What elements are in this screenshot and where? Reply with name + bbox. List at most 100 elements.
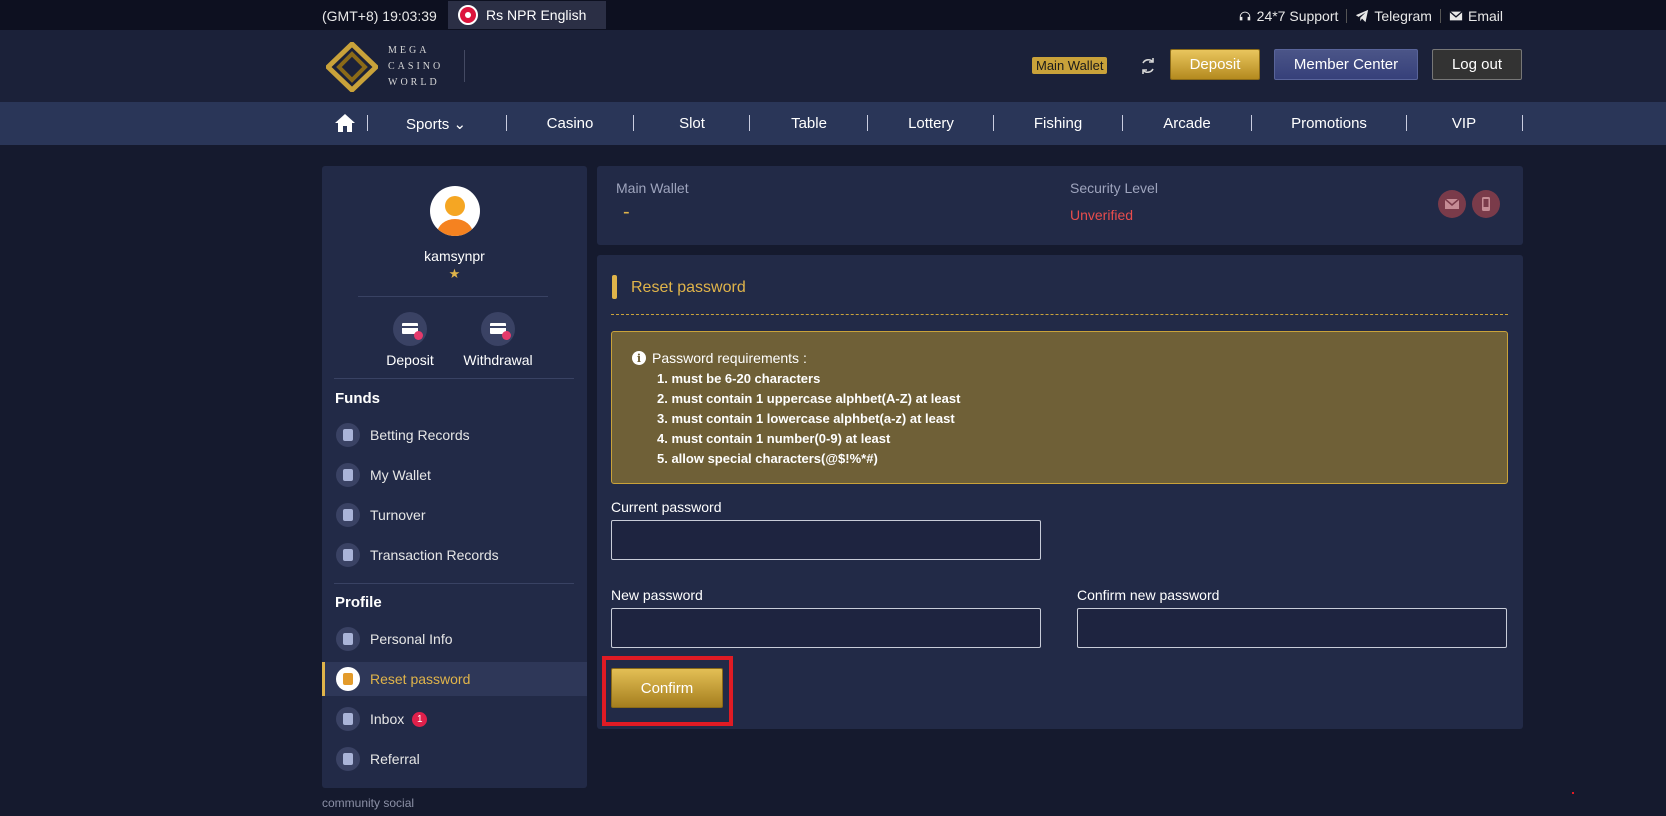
- wallet-summary: Main Wallet - Security Level Unverified: [597, 166, 1523, 245]
- password-requirements: i Password requirements : 1. must be 6-2…: [611, 331, 1508, 484]
- turnover-icon: [336, 503, 360, 527]
- divider: [367, 115, 368, 131]
- telegram-icon: [1356, 9, 1369, 23]
- current-password-input[interactable]: [611, 520, 1041, 560]
- quick-withdrawal[interactable]: Withdrawal: [448, 312, 548, 368]
- notification-dot: [502, 331, 511, 340]
- sidebar-item-label: Reset password: [370, 671, 471, 687]
- support-label: 24*7 Support: [1256, 8, 1339, 24]
- divider: [334, 583, 574, 584]
- deposit-button[interactable]: Deposit: [1170, 49, 1260, 80]
- sidebar-item-transaction-records[interactable]: Transaction Records: [322, 538, 587, 572]
- inbox-icon: [336, 707, 360, 731]
- betting-records-icon: [336, 423, 360, 447]
- sidebar: kamsynpr ★ Deposit Withdrawal Funds Bett…: [322, 166, 587, 788]
- telegram-label: Telegram: [1374, 8, 1432, 24]
- info-icon: i: [632, 351, 646, 365]
- logo-line: WORLD: [388, 77, 440, 88]
- referral-icon: [336, 747, 360, 771]
- confirm-button[interactable]: Confirm: [611, 668, 723, 708]
- main-wallet-label: Main Wallet: [616, 180, 689, 196]
- header: MEGA CASINO WORLD Main Wallet Deposit Me…: [0, 30, 1666, 102]
- divider: [1406, 115, 1407, 131]
- divider: [993, 115, 994, 131]
- withdrawal-icon: [481, 312, 515, 346]
- nav-item-slot[interactable]: Slot: [679, 115, 705, 132]
- top-bar: (GMT+8) 19:03:39 Rs NPR English 24*7 Sup…: [0, 0, 1666, 30]
- logout-button[interactable]: Log out: [1432, 49, 1522, 80]
- reset-password-panel: Reset password i Password requirements :…: [597, 255, 1523, 729]
- sidebar-item-personal-info[interactable]: Personal Info: [322, 622, 587, 656]
- email-link[interactable]: Email: [1441, 8, 1511, 24]
- logo[interactable]: MEGA CASINO WORLD: [326, 42, 443, 92]
- personal-info-icon: [336, 627, 360, 651]
- divider: [1522, 115, 1523, 131]
- telegram-link[interactable]: Telegram: [1347, 8, 1440, 24]
- main-nav: Sports ⌄ Casino Slot Table Lottery Fishi…: [0, 102, 1666, 145]
- requirement-item: 3. must contain 1 lowercase alphbet(a-z)…: [657, 411, 955, 426]
- sidebar-item-turnover[interactable]: Turnover: [322, 498, 587, 532]
- requirement-item: 4. must contain 1 number(0-9) at least: [657, 431, 891, 446]
- member-center-button[interactable]: Member Center: [1274, 49, 1418, 80]
- quick-deposit[interactable]: Deposit: [360, 312, 460, 368]
- profile-heading: Profile: [335, 594, 382, 611]
- sidebar-item-inbox[interactable]: Inbox 1: [322, 702, 587, 736]
- stray-dot: [1572, 792, 1574, 794]
- sidebar-item-my-wallet[interactable]: My Wallet: [322, 458, 587, 492]
- language-label: Rs NPR English: [486, 7, 587, 23]
- confirm-new-password-input[interactable]: [1077, 608, 1507, 648]
- requirements-heading: i Password requirements :: [632, 350, 807, 366]
- phone-verify-icon[interactable]: [1472, 190, 1500, 218]
- requirement-item: 2. must contain 1 uppercase alphbet(A-Z)…: [657, 391, 961, 406]
- username: kamsynpr: [424, 248, 485, 264]
- title-accent-bar: [612, 275, 617, 299]
- language-selector[interactable]: Rs NPR English: [448, 1, 606, 29]
- sidebar-item-label: Personal Info: [370, 631, 453, 647]
- divider: [506, 115, 507, 131]
- email-verify-icon[interactable]: [1438, 190, 1466, 218]
- quick-withdrawal-label: Withdrawal: [463, 352, 533, 368]
- nav-item-fishing[interactable]: Fishing: [1034, 115, 1082, 132]
- confirm-new-password-label: Confirm new password: [1077, 587, 1220, 603]
- security-level-value: Unverified: [1070, 207, 1134, 223]
- nav-item-vip[interactable]: VIP: [1452, 115, 1476, 132]
- divider: [334, 378, 574, 379]
- requirements-title: Password requirements :: [652, 350, 807, 366]
- avatar-body: [437, 219, 473, 236]
- sidebar-item-betting-records[interactable]: Betting Records: [322, 418, 587, 452]
- clock: (GMT+8) 19:03:39: [322, 8, 437, 24]
- divider: [1122, 115, 1123, 131]
- sidebar-item-referral[interactable]: Referral: [322, 742, 587, 776]
- logo-line: MEGA: [388, 45, 430, 56]
- refresh-icon[interactable]: [1138, 56, 1158, 76]
- requirements-list: 1. must be 6-20 characters 2. must conta…: [657, 369, 960, 469]
- panel-title: Reset password: [631, 279, 746, 296]
- nav-label: Sports: [405, 116, 450, 133]
- new-password-label: New password: [611, 587, 703, 603]
- nav-item-arcade[interactable]: Arcade: [1163, 115, 1211, 132]
- avatar[interactable]: [430, 186, 480, 236]
- nav-item-lottery[interactable]: Lottery: [908, 115, 954, 132]
- home-icon[interactable]: [334, 112, 356, 134]
- notification-dot: [414, 331, 423, 340]
- nav-item-casino[interactable]: Casino: [547, 115, 594, 132]
- main-wallet-badge[interactable]: Main Wallet: [1032, 57, 1108, 74]
- new-password-input[interactable]: [611, 608, 1041, 648]
- divider: [633, 115, 634, 131]
- sidebar-item-label: Betting Records: [370, 427, 470, 443]
- nav-item-table[interactable]: Table: [791, 115, 827, 132]
- requirement-item: 5. allow special characters(@$!%*#): [657, 451, 878, 466]
- support-link[interactable]: 24*7 Support: [1230, 8, 1347, 24]
- sidebar-item-reset-password[interactable]: Reset password: [322, 662, 587, 696]
- deposit-icon: [393, 312, 427, 346]
- quick-deposit-label: Deposit: [386, 352, 434, 368]
- nepal-flag-icon: [458, 5, 478, 25]
- funds-heading: Funds: [335, 390, 380, 407]
- nav-item-promotions[interactable]: Promotions: [1291, 115, 1367, 132]
- email-label: Email: [1467, 8, 1503, 24]
- nav-item-sports[interactable]: Sports ⌄: [406, 115, 466, 133]
- dashed-divider: [611, 314, 1508, 315]
- chevron-down-icon: ⌄: [453, 116, 467, 133]
- wallet-icon: [336, 463, 360, 487]
- email-icon: [1449, 11, 1463, 21]
